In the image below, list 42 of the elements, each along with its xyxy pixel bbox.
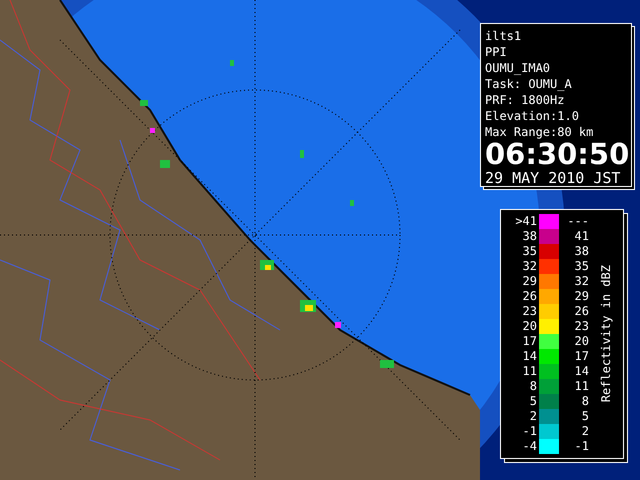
legend-low-value: 2 [528,409,538,424]
legend-high-value: 2 [580,424,589,439]
legend-high-value: 8 [580,394,589,409]
legend-low-value: 38 [522,229,538,244]
legend-high-value: 38 [574,244,589,259]
legend-high-value: 29 [574,289,589,304]
legend-low-value: -1 [522,424,538,439]
info-text: Elevation:1.0 [485,108,580,124]
legend-high-value: 20 [574,334,589,349]
legend-high-value: 14 [574,364,589,379]
info-text: PRF: 1800Hz [485,92,566,108]
legend-high-value: 23 [574,319,589,334]
legend-low-value: 20 [522,319,538,334]
legend-high-value: 17 [574,349,589,364]
legend-high-value: -1 [574,439,589,454]
legend-low-value: 17 [522,334,538,349]
legend-low-value: 5 [528,394,538,409]
info-text: ilts1 [485,28,522,44]
legend-low-value: 35 [522,244,538,259]
legend-low-value: 8 [528,379,538,394]
date-text: 29 MAY 2010 JST [485,168,622,188]
info-text: PPI [485,44,508,60]
info-text: Max Range:80 km [485,124,594,140]
legend-low-value: 23 [522,304,538,319]
legend-title: Reflectivity in dBZ [598,265,614,403]
legend-high-value: 5 [580,409,589,424]
legend-low-value: >41 [514,214,538,229]
legend-high-value: 35 [574,259,589,274]
legend-low-value: 32 [522,259,538,274]
legend-high-value: 26 [574,304,589,319]
legend-low-value: -4 [522,439,538,454]
info-text: OUMU_IMA0 [485,60,552,76]
legend-high-value: 41 [574,229,589,244]
time-text: 06:30:50 [485,140,627,168]
legend-low-value: 11 [522,364,538,379]
legend-high-value: 11 [574,379,589,394]
legend-low-value: 26 [522,289,538,304]
legend-high-value: --- [566,214,589,229]
legend-low-value: 29 [522,274,538,289]
legend-high-value: 32 [574,274,589,289]
info-text: Task: OUMU_A [485,76,573,92]
legend-low-value: 14 [522,349,538,364]
